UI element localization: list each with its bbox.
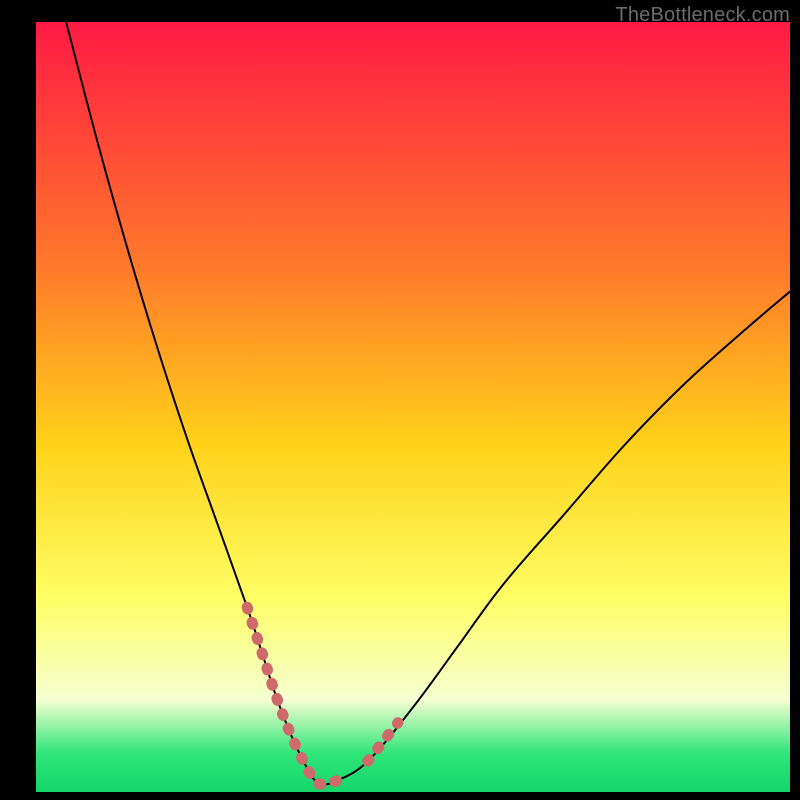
bottleneck-chart bbox=[0, 0, 800, 800]
plot-background bbox=[36, 22, 790, 792]
watermark-text: TheBottleneck.com bbox=[615, 4, 790, 27]
chart-stage: TheBottleneck.com bbox=[0, 0, 800, 800]
